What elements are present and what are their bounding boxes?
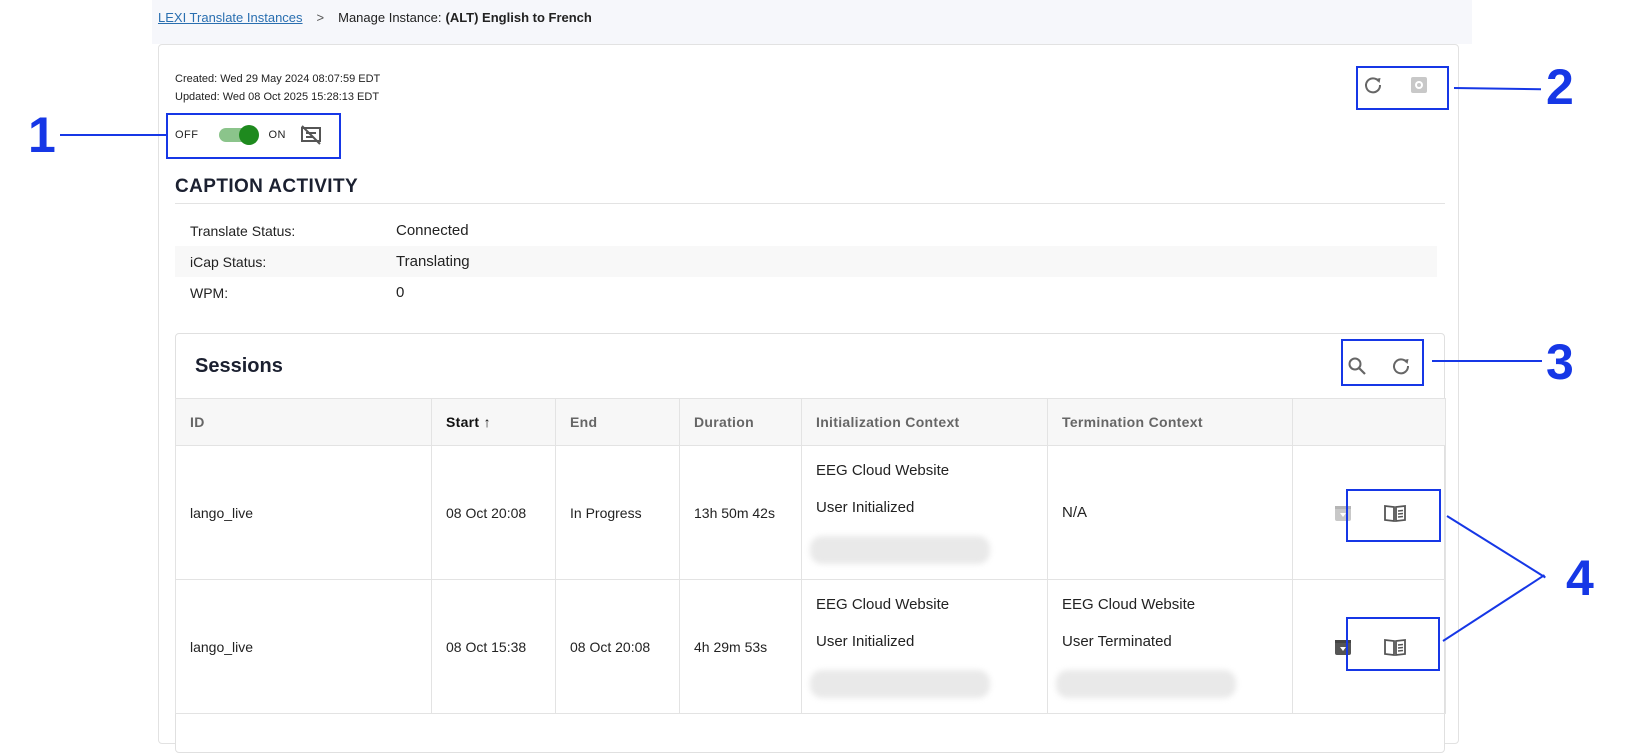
translate-status-row: Translate Status: Connected (175, 215, 1437, 246)
annotation-box-2 (1356, 66, 1449, 110)
session-duration: 13h 50m 42s (679, 445, 802, 580)
sessions-title: Sessions (195, 355, 283, 377)
session-init-context: EEG Cloud Website User Initialized (801, 579, 1048, 714)
annotation-number-1: 1 (28, 107, 56, 163)
breadcrumb-link-instances[interactable]: LEXI Translate Instances (158, 10, 303, 25)
column-header-actions (1292, 398, 1446, 446)
column-header-duration[interactable]: Duration (679, 398, 802, 446)
annotation-number-4: 4 (1566, 550, 1594, 606)
redacted-user (1056, 669, 1236, 698)
session-end: In Progress (555, 445, 680, 580)
init-context-source: EEG Cloud Website (816, 461, 950, 479)
breadcrumb: LEXI Translate Instances > Manage Instan… (158, 10, 592, 25)
icap-status-label: iCap Status: (190, 253, 267, 270)
annotation-number-3: 3 (1546, 334, 1574, 390)
sessions-table: ID Start ↑ End Duration Initialization C… (175, 398, 1446, 714)
caption-activity-title: CAPTION ACTIVITY (175, 176, 359, 197)
session-term-context: N/A (1047, 445, 1293, 580)
session-id: lango_live (175, 445, 432, 580)
sort-ascending-icon: ↑ (483, 414, 491, 430)
session-duration: 4h 29m 53s (679, 579, 802, 714)
wpm-row: WPM: 0 (175, 277, 1437, 308)
column-header-end[interactable]: End (555, 398, 680, 446)
translate-status-value: Connected (396, 222, 469, 239)
wpm-value: 0 (396, 284, 405, 301)
session-term-context: EEG Cloud Website User Terminated (1047, 579, 1293, 714)
annotation-box-4b (1346, 617, 1440, 671)
wpm-label: WPM: (190, 284, 229, 301)
breadcrumb-separator: > (316, 10, 325, 25)
column-header-id[interactable]: ID (175, 398, 432, 446)
init-context-source: EEG Cloud Website (816, 595, 950, 613)
column-header-start[interactable]: Start ↑ (431, 398, 556, 446)
annotation-line-2 (1453, 87, 1542, 91)
table-row: lango_live 08 Oct 15:38 08 Oct 20:08 4h … (175, 579, 1446, 714)
section-divider (175, 203, 1445, 204)
table-row: lango_live 08 Oct 20:08 In Progress 13h … (175, 445, 1446, 580)
annotation-number-2: 2 (1546, 59, 1574, 115)
breadcrumb-current: (ALT) English to French (445, 10, 592, 25)
session-id: lango_live (175, 579, 432, 714)
instance-dates: Created: Wed 29 May 2024 08:07:59 EDT Up… (175, 70, 380, 106)
init-context-type: User Initialized (816, 498, 915, 516)
annotation-box-4a (1346, 489, 1441, 542)
session-end: 08 Oct 20:08 (555, 579, 680, 714)
updated-date: Updated: Wed 08 Oct 2025 15:28:13 EDT (175, 91, 380, 103)
redacted-user (810, 669, 990, 698)
term-context-type: User Terminated (1062, 632, 1172, 650)
session-start: 08 Oct 15:38 (431, 579, 556, 714)
column-header-init-context[interactable]: Initialization Context (801, 398, 1048, 446)
annotation-box-1 (166, 113, 341, 159)
icap-status-value: Translating (396, 253, 470, 270)
redacted-user (810, 535, 990, 564)
session-start: 08 Oct 20:08 (431, 445, 556, 580)
annotation-line-4a (1446, 515, 1546, 579)
session-init-context: EEG Cloud Website User Initialized (801, 445, 1048, 580)
column-header-term-context[interactable]: Termination Context (1047, 398, 1293, 446)
init-context-type: User Initialized (816, 632, 915, 650)
term-context-source: EEG Cloud Website (1062, 595, 1196, 613)
annotation-line-1 (60, 134, 166, 136)
table-header-row: ID Start ↑ End Duration Initialization C… (175, 398, 1446, 446)
created-date: Created: Wed 29 May 2024 08:07:59 EDT (175, 73, 381, 85)
annotation-box-3 (1341, 339, 1424, 386)
annotation-line-3 (1432, 360, 1542, 362)
icap-status-row: iCap Status: Translating (175, 246, 1437, 277)
translate-status-label: Translate Status: (190, 222, 296, 239)
breadcrumb-prefix: Manage Instance: (338, 10, 442, 25)
